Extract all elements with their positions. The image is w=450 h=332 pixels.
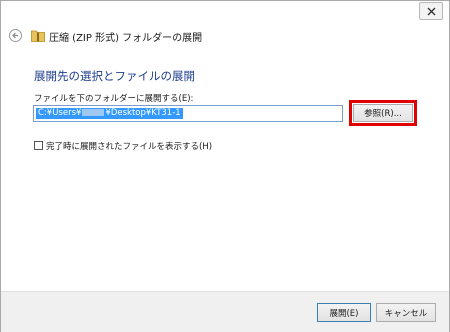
show-files-label[interactable]: 完了時に展開されたファイルを表示する(H) [46, 140, 212, 152]
close-button[interactable] [419, 2, 443, 20]
path-prefix: C:¥Users¥ [38, 108, 82, 118]
destination-label: ファイルを下のフォルダーに展開する(E): [34, 94, 194, 104]
back-arrow-icon [12, 32, 18, 39]
extract-wizard-window: 圧縮 (ZIP 形式) フォルダーの展開 展開先の選択とファイルの展開 ファイル… [0, 0, 450, 332]
dialog-footer: 展開(E) キャンセル [1, 291, 449, 332]
browse-button[interactable]: 参照(R)... [353, 104, 413, 122]
show-files-checkbox[interactable] [34, 141, 43, 150]
page-heading: 展開先の選択とファイルの展開 [34, 69, 195, 83]
path-suffix: ¥Desktop¥KT31-1 [105, 108, 181, 118]
zip-folder-icon [31, 30, 45, 42]
close-icon [427, 7, 435, 15]
destination-path-value: C:¥Users¥ ¥Desktop¥KT31-1 [36, 108, 183, 119]
cancel-button[interactable]: キャンセル [376, 303, 436, 322]
destination-path-input[interactable]: C:¥Users¥ ¥Desktop¥KT31-1 [33, 105, 343, 122]
back-button[interactable] [9, 29, 22, 42]
window-title: 圧縮 (ZIP 形式) フォルダーの展開 [49, 33, 203, 44]
extract-button[interactable]: 展開(E) [317, 303, 371, 322]
title-bar: 圧縮 (ZIP 形式) フォルダーの展開 [1, 23, 449, 49]
redacted-username [82, 109, 105, 116]
